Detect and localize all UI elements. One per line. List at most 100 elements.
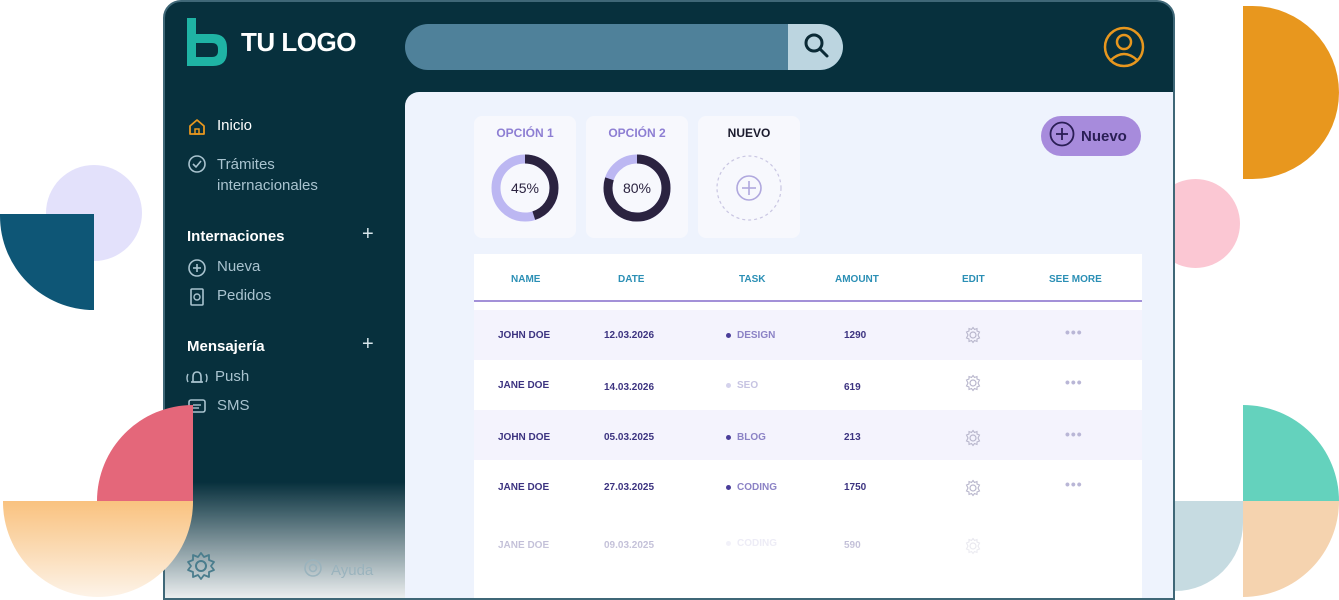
sidebar-item-label: Inicio [217, 117, 253, 134]
document-icon [187, 287, 207, 307]
task-label: CODING [737, 538, 777, 549]
new-option-card[interactable]: NUEVO [698, 116, 800, 238]
cell-date: 12.03.2026 [604, 330, 655, 341]
column-header-edit[interactable]: EDIT [962, 274, 985, 285]
search-icon [802, 31, 830, 64]
option-card-1[interactable]: OPCIÓN 1 45% [474, 116, 576, 238]
edit-gear-icon[interactable] [964, 537, 982, 555]
decor-teal-quarter [1243, 405, 1339, 501]
edit-gear-icon[interactable] [964, 429, 982, 447]
logo-mark [187, 18, 227, 66]
sidebar-item-nueva[interactable]: Nueva [187, 258, 260, 278]
column-header-name[interactable]: NAME [511, 274, 540, 285]
sidebar: Inicio Trámites internacionales Internac… [165, 92, 405, 598]
gear-icon [185, 552, 217, 586]
table-header: NAME DATE TASK AMOUNT EDIT SEE MORE [474, 254, 1142, 302]
decor-orange-half [1243, 6, 1339, 179]
cell-amount: 1750 [844, 482, 867, 493]
sidebar-item-sms[interactable]: SMS [187, 397, 250, 417]
search-button[interactable] [788, 24, 843, 70]
user-icon [1103, 26, 1145, 72]
column-header-see-more[interactable]: SEE MORE [1049, 274, 1102, 285]
sidebar-item-label: SMS [217, 397, 250, 414]
see-more-dots-icon[interactable]: ••• [1065, 324, 1083, 340]
home-icon [187, 117, 207, 137]
cell-task: SEO [726, 380, 758, 391]
app-window: TU LOGO Inicio Trámites internacionales [163, 0, 1175, 600]
sidebar-item-pedidos[interactable]: Pedidos [187, 287, 271, 307]
sidebar-item-label: Push [215, 368, 250, 385]
sidebar-item-inicio[interactable]: Inicio [187, 117, 252, 137]
lifebuoy-icon [303, 558, 323, 582]
sidebar-item-tramites[interactable]: Trámites internacionales [187, 154, 357, 196]
card-title: NUEVO [727, 126, 771, 140]
cell-name: JOHN DOE [498, 432, 551, 443]
edit-gear-icon[interactable] [964, 374, 982, 392]
column-header-date[interactable]: DATE [618, 274, 644, 285]
cell-date: 05.03.2025 [604, 432, 655, 443]
cell-name: JANE DOE [498, 380, 550, 391]
help-link[interactable]: Ayuda [303, 558, 373, 582]
plus-circle-icon [1049, 121, 1075, 151]
progress-value: 80% [623, 180, 651, 196]
search-bar [405, 24, 843, 70]
help-label: Ayuda [331, 561, 374, 579]
table-row[interactable]: JANE DOE 14.03.2026 SEO 619 ••• [474, 360, 1142, 410]
card-title: OPCIÓN 1 [496, 126, 554, 140]
user-profile-button[interactable] [1103, 26, 1145, 68]
see-more-dots-icon[interactable]: ••• [1065, 374, 1083, 390]
progress-donut: 80% [603, 154, 671, 222]
task-label: DESIGN [737, 330, 776, 341]
main-panel: OPCIÓN 1 45% OPCIÓN 2 80% NUEVO Nuevo NA… [405, 92, 1173, 598]
logo-text: TU LOGO [241, 26, 356, 57]
table-row[interactable]: JANE DOE 27.03.2025 CODING 1750 ••• [474, 460, 1142, 510]
cell-name: JOHN DOE [498, 330, 551, 341]
check-circle-icon [187, 154, 207, 174]
cell-task: CODING [726, 482, 777, 493]
task-label: SEO [737, 380, 759, 391]
task-dot-icon [726, 332, 731, 338]
table-row[interactable]: JOHN DOE 05.03.2025 BLOG 213 ••• [474, 410, 1142, 460]
task-dot-icon [726, 434, 731, 440]
expand-internaciones-button[interactable]: + [362, 224, 374, 244]
sidebar-item-label: Trámites internacionales [217, 156, 318, 194]
decor-slate-quarter [1175, 501, 1243, 591]
search-input[interactable] [405, 24, 785, 70]
bell-icon [185, 368, 208, 388]
progress-donut: 45% [491, 154, 559, 222]
column-header-amount[interactable]: AMOUNT [835, 274, 879, 285]
add-option-icon [716, 155, 782, 221]
data-table: NAME DATE TASK AMOUNT EDIT SEE MORE JOHN… [474, 254, 1142, 598]
column-header-task[interactable]: TASK [739, 274, 765, 285]
cell-date: 27.03.2025 [604, 482, 655, 493]
see-more-dots-icon[interactable]: ••• [1065, 426, 1083, 442]
see-more-dots-icon[interactable]: ••• [1065, 476, 1083, 492]
card-title: OPCIÓN 2 [608, 126, 666, 140]
task-dot-icon [726, 484, 731, 490]
decor-blue-quarter [0, 214, 94, 310]
cell-amount: 1290 [844, 330, 867, 341]
cell-amount: 213 [844, 432, 861, 443]
sidebar-item-label: Nueva [217, 258, 261, 275]
cell-name: JANE DOE [498, 482, 550, 493]
expand-mensajeria-button[interactable]: + [362, 334, 374, 354]
task-label: BLOG [737, 432, 766, 443]
decor-red-quarter [97, 405, 193, 501]
cell-amount: 619 [844, 382, 861, 393]
new-button[interactable]: Nuevo [1041, 116, 1141, 156]
cell-date: 09.03.2025 [604, 540, 655, 551]
settings-button[interactable] [185, 550, 217, 582]
plus-circle-icon [187, 258, 207, 278]
edit-gear-icon[interactable] [964, 479, 982, 497]
task-dot-icon [726, 540, 731, 546]
cell-task: CODING [726, 538, 777, 549]
edit-gear-icon[interactable] [964, 326, 982, 344]
option-card-2[interactable]: OPCIÓN 2 80% [586, 116, 688, 238]
sidebar-item-push[interactable]: Push [185, 368, 249, 388]
table-row[interactable]: JANE DOE 09.03.2025 CODING 590 [474, 518, 1142, 568]
cell-task: BLOG [726, 432, 766, 443]
section-title-internaciones: Internaciones [187, 228, 285, 245]
progress-value: 45% [511, 180, 539, 196]
task-label: CODING [737, 482, 777, 493]
table-row[interactable]: JOHN DOE 12.03.2026 DESIGN 1290 ••• [474, 310, 1142, 360]
